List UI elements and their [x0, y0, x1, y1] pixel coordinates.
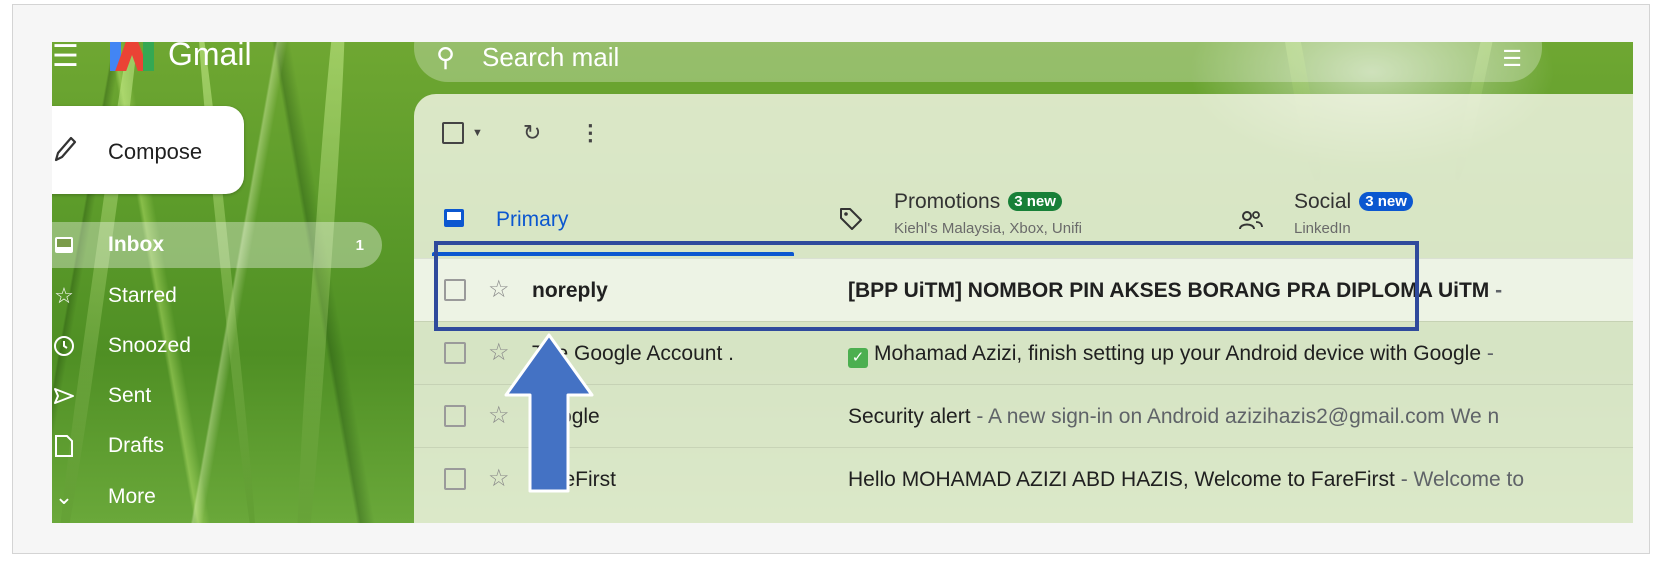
- tag-icon: [838, 206, 864, 237]
- tab-label: Primary: [496, 208, 569, 231]
- email-subject-line: Security alert - A new sign-in on Androi…: [848, 405, 1499, 429]
- tab-social-label: Social: [1294, 190, 1352, 213]
- hamburger-icon[interactable]: ☰: [52, 42, 79, 72]
- row-checkbox[interactable]: [444, 342, 466, 364]
- inbox-icon: [52, 233, 76, 257]
- sidebar-item-more[interactable]: ⌄ More: [52, 474, 382, 520]
- sidebar-item-label: More: [108, 485, 156, 508]
- email-snippet: - Welcome to: [1394, 468, 1525, 491]
- sidebar-item-label: Drafts: [108, 434, 165, 457]
- tab-subtitle: LinkedIn: [1294, 220, 1351, 237]
- check-mark-icon: ✓: [848, 348, 868, 368]
- email-snippet: -: [1489, 279, 1503, 302]
- pencil-icon: [54, 136, 77, 162]
- clock-icon: [52, 334, 76, 358]
- search-input[interactable]: Search mail: [482, 42, 619, 73]
- search-icon[interactable]: ⚲: [436, 42, 455, 73]
- new-count-badge: 3 new: [1008, 192, 1062, 211]
- sidebar-item-label: Sent: [108, 384, 152, 407]
- send-icon: [52, 384, 76, 408]
- sidebar-item-label: Starred: [108, 284, 177, 307]
- toolbar: ▼ ↻ ⋮: [442, 120, 601, 146]
- sidebar-item-label: Inbox: [108, 233, 164, 256]
- tab-subtitle: Kiehl's Malaysia, Xbox, Unifi: [894, 220, 1082, 237]
- app-name: Gmail: [168, 42, 252, 72]
- gmail-logo[interactable]: Gmail: [110, 42, 252, 73]
- new-count-badge: 3 new: [1359, 192, 1413, 211]
- sidebar-item-label: Snoozed: [108, 334, 191, 357]
- arrow-up-icon: [504, 333, 594, 493]
- chevron-down-icon: ⌄: [54, 484, 74, 509]
- sidebar-item-sent[interactable]: Sent: [52, 373, 382, 419]
- email-subject-line: ✓ Mohamad Azizi, finish setting up your A…: [848, 342, 1494, 368]
- gmail-m-icon: [110, 42, 154, 71]
- email-snippet: -: [1481, 342, 1494, 365]
- sidebar-item-drafts[interactable]: Drafts: [52, 423, 382, 469]
- search-bar[interactable]: ⚲ Search mail ☰: [414, 42, 1542, 82]
- select-all-checkbox[interactable]: [442, 122, 464, 144]
- email-subject: Security alert: [848, 405, 971, 428]
- sidebar-item-snoozed[interactable]: Snoozed: [52, 323, 382, 369]
- tab-label: Social 3 new: [1294, 190, 1413, 214]
- inbox-icon: [442, 206, 466, 235]
- more-vert-icon[interactable]: ⋮: [579, 120, 601, 146]
- sidebar-item-starred[interactable]: ☆ Starred: [52, 273, 382, 319]
- select-menu-caret-icon[interactable]: ▼: [472, 127, 483, 139]
- email-subject-line: Hello MOHAMAD AZIZI ABD HAZIS, Welcome t…: [848, 468, 1524, 492]
- tab-promotions-label: Promotions: [894, 190, 1001, 213]
- email-subject: Hello MOHAMAD AZIZI ABD HAZIS, Welcome t…: [848, 468, 1395, 491]
- compose-label: Compose: [108, 139, 203, 164]
- tune-icon[interactable]: ☰: [1502, 46, 1522, 72]
- sidebar-item-inbox[interactable]: Inbox 1: [52, 222, 382, 268]
- refresh-icon[interactable]: ↻: [523, 120, 541, 146]
- row-checkbox[interactable]: [444, 468, 466, 490]
- people-icon: [1238, 208, 1264, 237]
- email-snippet: - A new sign-in on Android azizihazis2@g…: [970, 405, 1500, 428]
- draft-icon: [52, 434, 76, 458]
- tab-label: Promotions 3 new: [894, 190, 1082, 214]
- email-row[interactable]: ☆ FareFirst Hello MOHAMAD AZIZI ABD HAZI…: [414, 447, 1633, 510]
- compose-button[interactable]: Compose: [52, 106, 244, 194]
- star-icon: ☆: [54, 283, 74, 308]
- row-checkbox[interactable]: [444, 405, 466, 427]
- email-row[interactable]: ☆ Google Security alert - A new sign-in …: [414, 384, 1633, 447]
- email-subject: Mohamad Azizi, finish setting up your An…: [874, 342, 1482, 365]
- unread-count: 1: [355, 236, 364, 254]
- highlight-box: [434, 241, 1419, 331]
